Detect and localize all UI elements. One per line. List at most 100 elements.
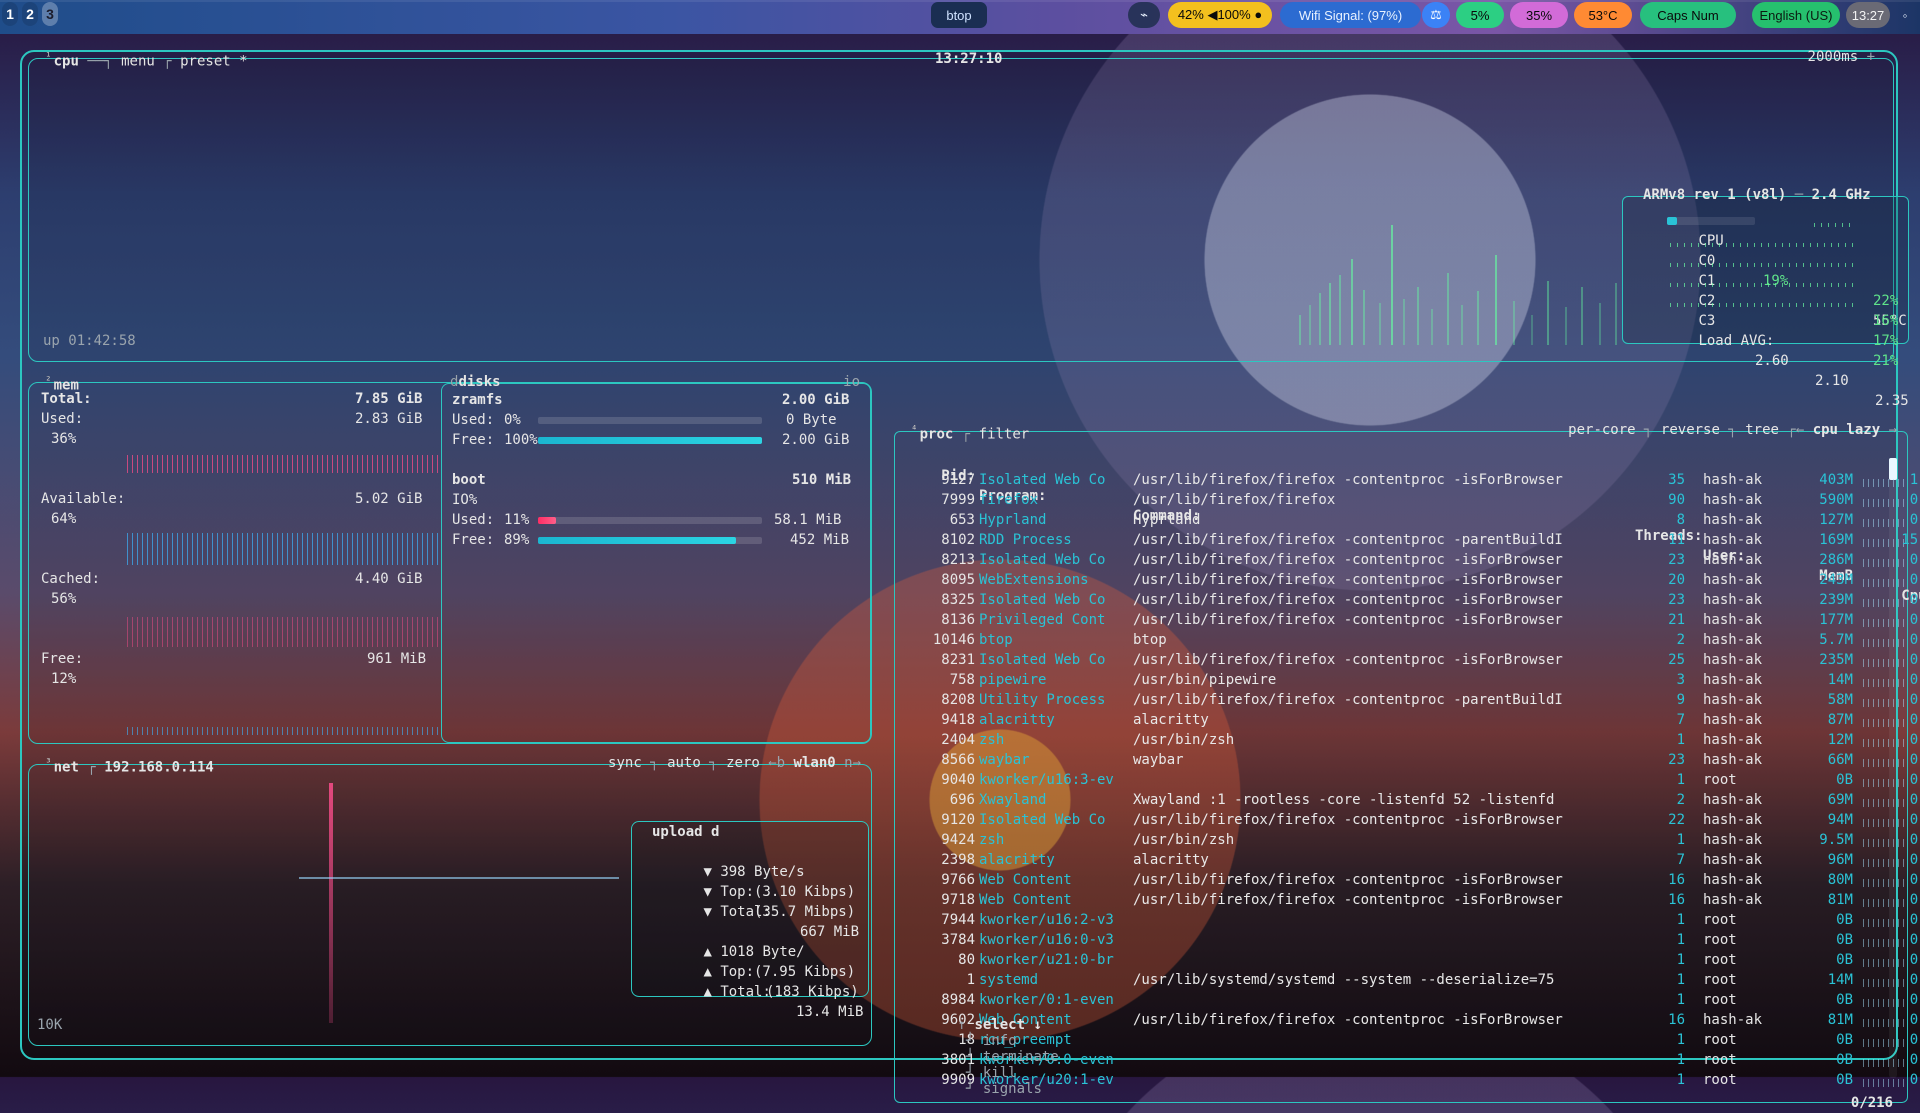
proc-cpu: 0.0 <box>1909 812 1920 828</box>
proc-user: root <box>1703 1052 1737 1068</box>
proc-threads: 3 <box>1676 672 1685 688</box>
proc-cpu: 0.0 <box>1909 832 1920 848</box>
net-interface[interactable]: wlan0 <box>794 755 836 771</box>
status-wifi[interactable]: Wifi Signal: (97%) <box>1280 2 1421 28</box>
status-keyboard-layout[interactable]: English (US) <box>1752 2 1840 28</box>
proc-user: hash-ak <box>1703 1012 1763 1028</box>
proc-cpu: 0.0 <box>1909 732 1920 748</box>
workspace-1[interactable]: 1 <box>2 2 18 26</box>
eye-slash-icon[interactable]: ⌁ <box>1128 2 1160 28</box>
select-action[interactable]: select ↓ <box>974 1017 1041 1033</box>
proc-command: /usr/bin/pipewire <box>1133 672 1277 688</box>
proc-threads: 90 <box>1668 492 1685 508</box>
proc-user: hash-ak <box>1703 672 1763 688</box>
proc-program: Web Content <box>979 872 1072 888</box>
proc-cpu: 0.1 <box>1909 512 1920 528</box>
proc-cpu: 0.0 <box>1909 952 1920 968</box>
terminate-action[interactable]: terminate <box>983 1049 1059 1065</box>
preset-button[interactable]: preset * <box>180 54 247 70</box>
proc-threads: 1 <box>1676 912 1685 928</box>
proc-mem: 0B <box>1836 1072 1853 1088</box>
workspace-3[interactable]: 3 <box>42 2 58 26</box>
proc-pid: 9766 <box>941 872 975 888</box>
proc-program: Isolated Web Co <box>979 812 1106 828</box>
proc-cpu: 0.0 <box>1909 1052 1920 1068</box>
proc-user: hash-ak <box>1703 472 1763 488</box>
proc-command: /usr/lib/firefox/firefox -contentproc -i… <box>1133 812 1563 828</box>
proc-user: root <box>1703 1072 1737 1088</box>
proc-threads: 16 <box>1668 892 1685 908</box>
disk-boot-free-pct: 89% <box>504 532 530 548</box>
kill-action[interactable]: kill <box>983 1065 1017 1081</box>
proc-cpu: 0.1 <box>1909 712 1920 728</box>
tab-tree[interactable]: tree <box>1745 422 1779 438</box>
refresh-interval[interactable]: 2000ms + <box>1808 49 1875 65</box>
proc-user: hash-ak <box>1703 612 1763 628</box>
sort-mode[interactable]: cpu lazy <box>1813 422 1880 438</box>
status-memory[interactable]: 35% <box>1510 2 1568 28</box>
proc-mem: 81M <box>1827 1012 1853 1028</box>
mem-free: 961 MiB <box>367 651 427 667</box>
status-temperature[interactable]: 53°C <box>1574 2 1632 28</box>
proc-cpu: 0.0 <box>1909 972 1920 988</box>
status-locks[interactable]: Caps Num <box>1640 2 1736 28</box>
proc-mem: 0B <box>1836 952 1853 968</box>
menu-button[interactable]: menu <box>121 54 155 70</box>
tab-per-core[interactable]: per-core <box>1568 422 1635 438</box>
proc-mem: 14M <box>1827 672 1853 688</box>
cpu-clock: 13:27:10 <box>935 51 1003 67</box>
proc-filter[interactable]: filter <box>979 427 1030 443</box>
status-updates[interactable]: ⚖ <box>1422 2 1450 28</box>
cpu-title: cpu <box>53 53 79 70</box>
signals-action[interactable]: signals <box>983 1081 1042 1097</box>
net-up-row-3: ▲ Total: 13.4 MiB <box>703 984 864 1020</box>
proc-command: /usr/lib/firefox/firefox -contentproc -i… <box>1133 572 1563 588</box>
disk-boot-free-bar <box>538 537 736 544</box>
proc-program: waybar <box>979 752 1030 768</box>
proc-pid: 8566 <box>941 752 975 768</box>
proc-command: /usr/bin/zsh <box>1133 732 1235 748</box>
disk-zramfs-size: 2.00 GiB <box>782 392 850 408</box>
disks-title: ddisks <box>450 374 501 390</box>
cpu-total-bar <box>1667 217 1755 225</box>
mem-cached: 4.40 GiB <box>355 571 423 587</box>
net-auto-toggle[interactable]: auto <box>667 755 701 771</box>
net-stats-box: upload d ▼ 398 Byte/s (3.10 Kibps) ▼ Top… <box>631 821 869 1020</box>
proc-user: hash-ak <box>1703 872 1763 888</box>
proc-user: root <box>1703 932 1737 948</box>
proc-pid: 758 <box>949 672 975 688</box>
net-upload-title: upload d <box>652 824 720 840</box>
proc-user: root <box>1703 912 1737 928</box>
proc-user: hash-ak <box>1703 632 1763 648</box>
status-cpu[interactable]: 5% <box>1456 2 1504 28</box>
tab-reverse[interactable]: reverse <box>1661 422 1720 438</box>
info-action[interactable]: info <box>983 1033 1017 1049</box>
workspace-2[interactable]: 2 <box>22 2 38 26</box>
proc-pid: 8231 <box>941 652 975 668</box>
disk-boot-free-value: 452 MiB <box>790 532 850 548</box>
proc-user: root <box>1703 952 1737 968</box>
proc-command: Xwayland :1 -rootless -core -listenfd 52… <box>1133 792 1555 808</box>
proc-program: WebExtensions <box>979 572 1089 588</box>
mem-cached-label: Cached: <box>41 571 101 587</box>
proc-cpu: 0.0 <box>1909 1012 1920 1028</box>
proc-pid: 2404 <box>941 732 975 748</box>
mem-used-graph <box>125 455 441 473</box>
status-battery[interactable]: 42% ◀100% ● <box>1168 2 1272 28</box>
proc-user: hash-ak <box>1703 712 1763 728</box>
power-icon[interactable]: ◦ <box>1896 2 1914 28</box>
proc-threads: 1 <box>1676 772 1685 788</box>
net-zero-toggle[interactable]: zero <box>726 755 760 771</box>
proc-program: Isolated Web Co <box>979 552 1106 568</box>
io-toggle[interactable]: io <box>843 374 860 390</box>
net-sync-toggle[interactable]: sync <box>608 755 642 771</box>
proc-command: alacritty <box>1133 852 1209 868</box>
mem-available-label: Available: <box>41 491 126 507</box>
proc-command: waybar <box>1133 752 1184 768</box>
proc-mem: 80M <box>1827 872 1853 888</box>
proc-mem: 0B <box>1836 932 1853 948</box>
proc-command: /usr/lib/firefox/firefox <box>1133 492 1336 508</box>
proc-user: hash-ak <box>1703 652 1763 668</box>
proc-mem: 590M <box>1819 492 1853 508</box>
mem-free-pct: 12% <box>51 671 77 687</box>
